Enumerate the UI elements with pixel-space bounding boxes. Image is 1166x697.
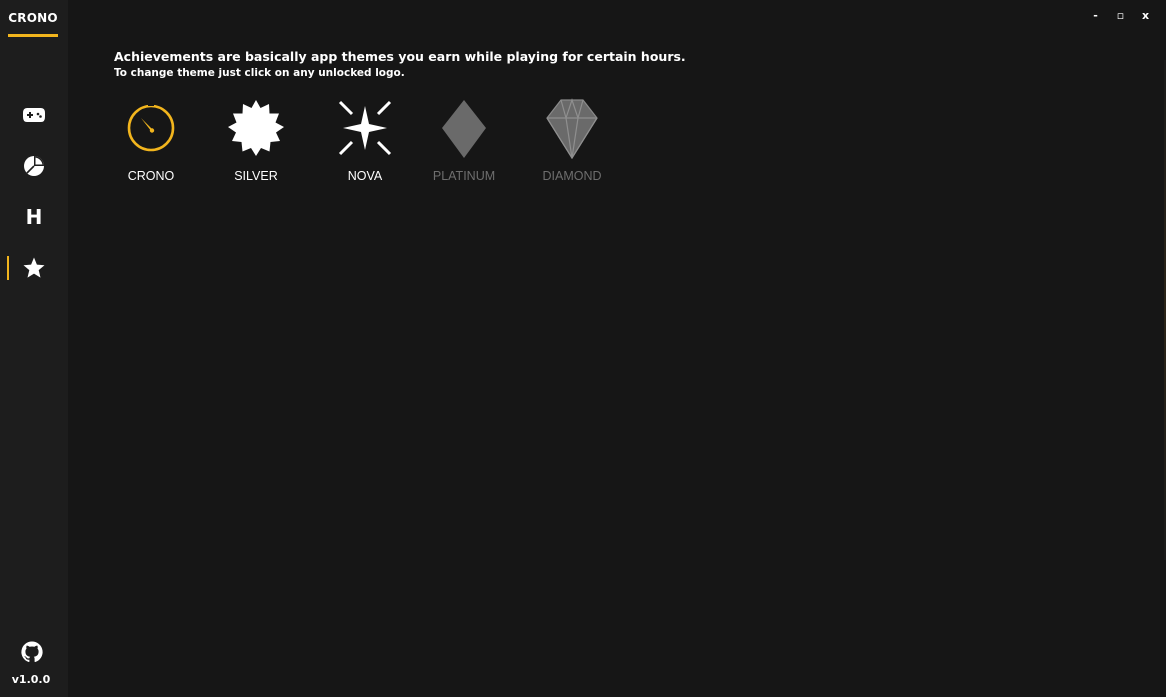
theme-nova[interactable]: NOVA	[320, 98, 410, 188]
platinum-gem-icon	[434, 98, 494, 164]
h-letter-icon: H	[25, 205, 43, 229]
theme-silver[interactable]: SILVER	[211, 98, 301, 188]
theme-platinum[interactable]: PLATINUM	[419, 98, 509, 188]
diamond-gem-icon	[542, 98, 602, 164]
theme-label: SILVER	[234, 169, 278, 183]
intro: Achievements are basically app themes yo…	[114, 49, 686, 79]
pie-chart-icon	[22, 154, 46, 178]
silver-badge-icon	[226, 98, 286, 162]
app-title-underline	[8, 34, 58, 37]
sidebar-item-stats[interactable]	[0, 149, 68, 183]
minimize-button[interactable]: -	[1083, 6, 1108, 24]
crono-clock-icon	[123, 98, 179, 158]
theme-label: NOVA	[347, 169, 383, 183]
github-icon[interactable]	[20, 640, 44, 664]
sidebar-item-games[interactable]	[0, 98, 68, 132]
sidebar-item-achievements[interactable]	[0, 251, 68, 285]
nova-star-icon	[335, 98, 395, 162]
app-title: CRONO	[8, 11, 58, 25]
theme-label: DIAMOND	[542, 169, 602, 183]
theme-diamond[interactable]: DIAMOND	[527, 98, 617, 188]
window-controls: - ▫ x	[1083, 6, 1158, 24]
sidebar-item-hours[interactable]: H	[0, 200, 68, 234]
star-icon	[22, 256, 46, 280]
maximize-button[interactable]: ▫	[1108, 6, 1133, 24]
intro-subheading: To change theme just click on any unlock…	[114, 67, 405, 79]
theme-label: PLATINUM	[432, 169, 496, 183]
close-button[interactable]: x	[1133, 6, 1158, 24]
theme-label: CRONO	[127, 169, 175, 183]
intro-heading: Achievements are basically app themes yo…	[114, 49, 686, 64]
app-version: v1.0.0	[11, 673, 51, 686]
sidebar: CRONO H v1.0.0	[0, 0, 68, 697]
gamepad-icon	[22, 106, 46, 124]
theme-crono[interactable]: CRONO	[106, 98, 196, 188]
